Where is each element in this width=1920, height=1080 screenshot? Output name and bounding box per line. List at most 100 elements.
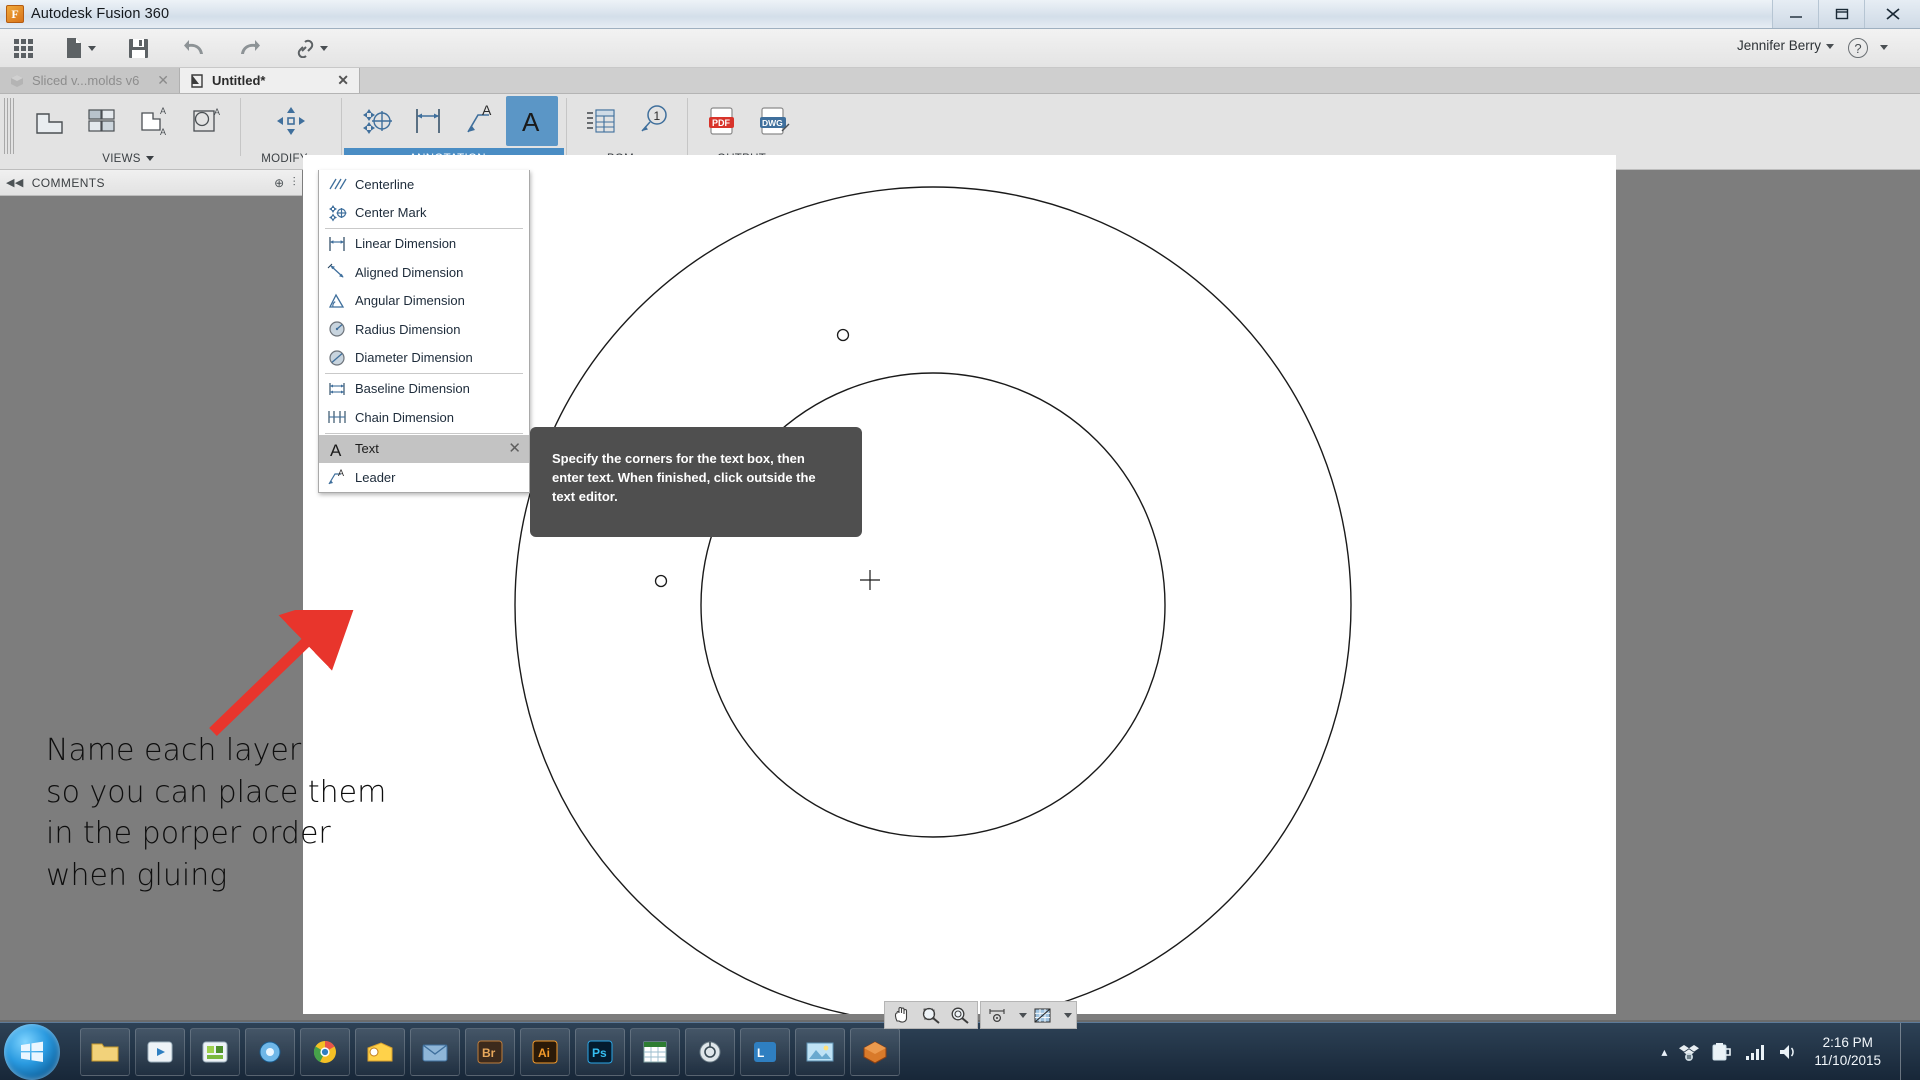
balloon-button[interactable]: 1 — [627, 96, 679, 146]
spreadsheet-icon[interactable] — [630, 1028, 680, 1076]
menu-item-center-mark[interactable]: Center Mark — [319, 198, 529, 226]
chevron-down-icon[interactable] — [1019, 1013, 1027, 1018]
menu-item-radius-dimension[interactable]: Radius Dimension — [319, 315, 529, 343]
menu-item-label: Aligned Dimension — [355, 265, 463, 280]
svg-text:A: A — [160, 127, 166, 137]
detail-view-button[interactable]: A — [180, 96, 232, 146]
autodesk-123d-icon[interactable]: L — [740, 1028, 790, 1076]
angular-dimension-icon — [327, 292, 347, 310]
more-options-icon[interactable]: ⫶ — [293, 175, 296, 190]
menu-item-label: Linear Dimension — [355, 236, 456, 251]
leader-icon: A — [327, 468, 347, 486]
menu-item-linear-dimension[interactable]: Linear Dimension — [319, 230, 529, 258]
svg-text:A: A — [160, 106, 166, 116]
svg-text:A: A — [214, 107, 220, 117]
new-document-button[interactable] — [59, 32, 102, 64]
text-icon: A — [514, 103, 550, 139]
collapse-left-icon[interactable]: ◀◀ — [6, 176, 24, 189]
mail-app-icon[interactable] — [410, 1028, 460, 1076]
close-button[interactable] — [1864, 0, 1920, 28]
user-account-menu[interactable]: Jennifer Berry — [1737, 38, 1834, 53]
maximize-button[interactable] — [1818, 0, 1864, 28]
menu-item-label: Text — [355, 441, 379, 456]
section-view-button[interactable]: A A — [128, 96, 180, 146]
close-icon[interactable]: ✕ — [141, 72, 169, 89]
help-button[interactable]: ? — [1848, 38, 1868, 58]
menu-item-leader[interactable]: A Leader — [319, 463, 529, 491]
file-explorer-icon[interactable] — [80, 1028, 130, 1076]
network-signal-icon[interactable] — [1744, 1042, 1766, 1062]
export-pdf-button[interactable]: PDF — [696, 96, 748, 146]
cube-icon — [10, 74, 24, 88]
export-dwg-button[interactable]: DWG — [748, 96, 800, 146]
makerbot-icon[interactable] — [685, 1028, 735, 1076]
display-settings-button[interactable] — [985, 1003, 1011, 1027]
menu-item-centerline[interactable]: Centerline — [319, 170, 529, 198]
chevron-down-icon[interactable] — [320, 46, 328, 51]
parts-list-button[interactable] — [575, 96, 627, 146]
redo-button[interactable] — [231, 32, 267, 64]
svg-text:Br: Br — [482, 1046, 496, 1060]
text-button[interactable]: A — [506, 96, 558, 146]
volume-icon[interactable] — [1777, 1042, 1799, 1062]
menu-item-baseline-dimension[interactable]: Baseline Dimension — [319, 375, 529, 403]
dropbox-icon[interactable] — [1678, 1042, 1700, 1062]
menu-item-diameter-dimension[interactable]: Diameter Dimension — [319, 343, 529, 371]
ribbon-panel-views: A A A VIEWS — [18, 94, 238, 170]
outlook-icon[interactable] — [355, 1028, 405, 1076]
menu-item-label: Chain Dimension — [355, 410, 454, 425]
svg-text:A: A — [338, 468, 344, 478]
show-desktop-button[interactable] — [1900, 1023, 1912, 1080]
pan-button[interactable] — [889, 1003, 915, 1027]
battery-icon[interactable] — [1711, 1042, 1733, 1062]
comments-panel-header[interactable]: ◀◀ COMMENTS ⊕ ⫶ — [0, 170, 302, 196]
help-chevron-down-icon[interactable] — [1880, 45, 1888, 50]
adobe-photoshop-icon[interactable]: Ps — [575, 1028, 625, 1076]
base-view-button[interactable] — [24, 96, 76, 146]
zoom-window-button[interactable] — [918, 1003, 944, 1027]
menu-item-text[interactable]: A Text ✕ — [319, 435, 529, 463]
move-view-icon — [274, 104, 308, 138]
save-button[interactable] — [122, 32, 155, 64]
fusion360-icon[interactable] — [850, 1028, 900, 1076]
move-view-button[interactable] — [265, 96, 317, 146]
document-tab-untitled[interactable]: Untitled* ✕ — [180, 68, 360, 93]
adobe-bridge-icon[interactable]: Br — [465, 1028, 515, 1076]
photo-viewer-icon[interactable] — [795, 1028, 845, 1076]
app-grid-icon[interactable] — [14, 39, 33, 58]
minimize-button[interactable] — [1772, 0, 1818, 28]
zoom-fit-button[interactable] — [947, 1003, 973, 1027]
menu-item-chain-dimension[interactable]: Chain Dimension — [319, 403, 529, 431]
panel-label-text: MODIFY — [261, 153, 308, 165]
close-icon[interactable]: ✕ — [321, 72, 349, 89]
close-icon[interactable]: ✕ — [508, 441, 521, 456]
linear-dimension-button[interactable] — [402, 96, 454, 146]
chevron-down-icon[interactable] — [1064, 1013, 1072, 1018]
taskbar-clock[interactable]: 2:16 PM 11/10/2015 — [1814, 1034, 1881, 1070]
share-link-button[interactable] — [287, 32, 334, 64]
tray-expand-icon[interactable]: ▴ — [1661, 1045, 1667, 1059]
center-mark-button[interactable] — [350, 96, 402, 146]
projected-view-button[interactable] — [76, 96, 128, 146]
red-arrow-annotation — [205, 610, 355, 740]
windows-start-icon[interactable] — [4, 1024, 60, 1080]
window-controls — [1772, 0, 1920, 29]
dwg-export-icon: DWG — [756, 103, 792, 139]
ribbon-grip-handle[interactable] — [4, 98, 16, 154]
document-tab-sliced-molds[interactable]: Sliced v...molds v6 ✕ — [0, 68, 180, 93]
chevron-down-icon[interactable] — [88, 46, 96, 51]
grid-snap-button[interactable] — [1030, 1003, 1056, 1027]
svg-text:L: L — [757, 1046, 764, 1060]
menu-item-angular-dimension[interactable]: Angular Dimension — [319, 287, 529, 315]
menu-item-aligned-dimension[interactable]: Aligned Dimension — [319, 258, 529, 286]
adobe-illustrator-icon[interactable]: Ai — [520, 1028, 570, 1076]
add-comment-icon[interactable]: ⊕ — [274, 176, 284, 190]
google-chrome-icon[interactable] — [300, 1028, 350, 1076]
green-app-icon[interactable] — [190, 1028, 240, 1076]
settings-app-icon[interactable] — [245, 1028, 295, 1076]
undo-button[interactable] — [177, 32, 213, 64]
media-player-icon[interactable] — [135, 1028, 185, 1076]
base-view-icon — [33, 104, 67, 138]
ribbon-panel-label-views[interactable]: VIEWS — [18, 148, 238, 169]
leader-button[interactable]: A — [454, 96, 506, 146]
